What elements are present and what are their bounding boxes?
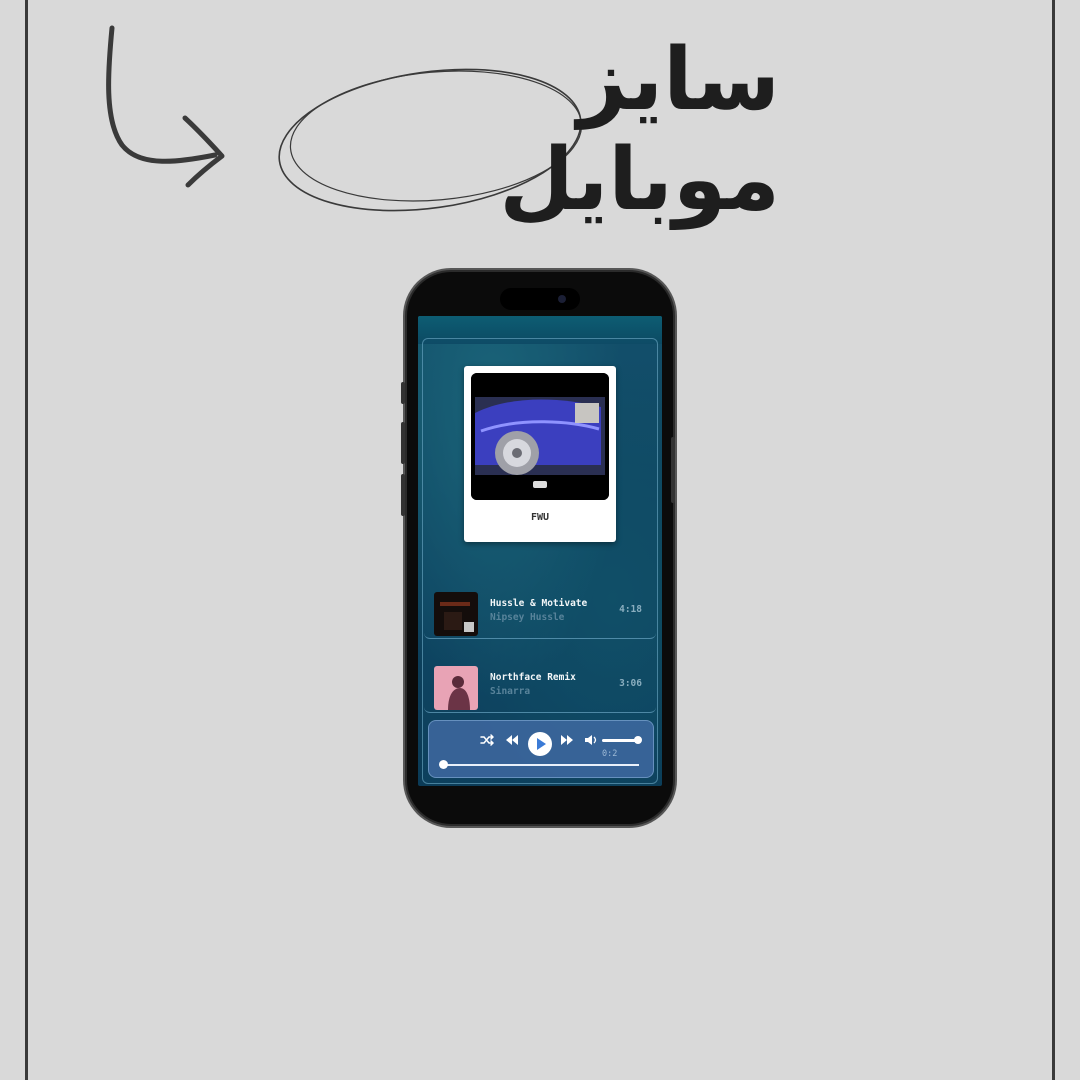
track-row[interactable]: Northface Remix Sinarra 3:06 bbox=[424, 658, 656, 713]
side-button bbox=[401, 382, 405, 404]
progress-bar[interactable] bbox=[443, 764, 639, 766]
track-title: Northface Remix bbox=[490, 672, 576, 683]
progress-knob[interactable] bbox=[439, 760, 448, 769]
phone-mockup: FWU Hussle & Motivate Nipsey Hussle 4:18 bbox=[401, 272, 675, 824]
track-row[interactable]: Hussle & Motivate Nipsey Hussle 4:18 bbox=[424, 584, 656, 639]
track-duration: 4:18 bbox=[619, 604, 642, 615]
now-playing-card[interactable]: FWU bbox=[464, 366, 616, 542]
track-title: Hussle & Motivate bbox=[490, 598, 588, 609]
track-artist: Sinarra bbox=[490, 686, 531, 697]
track-thumbnail bbox=[434, 666, 478, 710]
volume-slider[interactable] bbox=[602, 739, 636, 742]
player-bar: 0:2 bbox=[428, 720, 654, 778]
power-button bbox=[671, 437, 675, 503]
arrow-icon bbox=[106, 25, 225, 188]
album-art bbox=[471, 373, 609, 500]
track-thumbnail bbox=[434, 592, 478, 636]
page-title: سايز موبايل bbox=[499, 30, 782, 230]
volume-knob[interactable] bbox=[634, 736, 642, 744]
next-icon[interactable] bbox=[560, 733, 574, 747]
camera-icon bbox=[558, 295, 566, 303]
play-button[interactable] bbox=[528, 732, 552, 756]
dynamic-island bbox=[500, 288, 580, 310]
previous-icon[interactable] bbox=[505, 733, 519, 747]
shuffle-icon[interactable] bbox=[479, 733, 495, 747]
volume-down-button bbox=[401, 474, 405, 516]
music-app-screen: FWU Hussle & Motivate Nipsey Hussle 4:18 bbox=[418, 316, 662, 786]
now-playing-title: FWU bbox=[530, 512, 550, 523]
volume-up-button bbox=[401, 422, 405, 464]
track-duration: 3:06 bbox=[619, 678, 642, 689]
elapsed-time: 0:2 bbox=[602, 749, 618, 759]
volume-icon[interactable] bbox=[584, 733, 598, 747]
play-icon bbox=[537, 738, 546, 750]
track-artist: Nipsey Hussle bbox=[490, 612, 565, 623]
